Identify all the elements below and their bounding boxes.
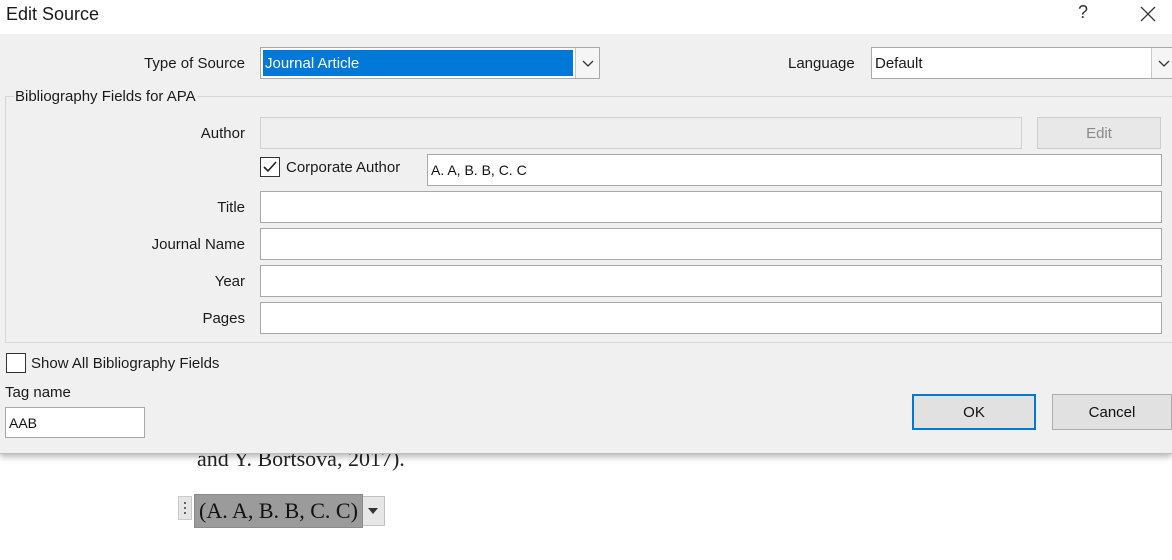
type-of-source-dropdown-button[interactable] xyxy=(575,48,599,78)
title-field[interactable] xyxy=(260,191,1162,223)
author-label: Author xyxy=(200,125,245,142)
year-field[interactable] xyxy=(260,265,1162,297)
chevron-down-icon xyxy=(1158,60,1169,67)
language-dropdown-button[interactable] xyxy=(1151,48,1172,78)
corporate-author-checkbox[interactable] xyxy=(260,157,280,177)
checkmark-icon xyxy=(263,161,277,173)
bibliography-fields-title: Bibliography Fields for APA xyxy=(14,88,197,105)
pages-field[interactable] xyxy=(260,302,1162,334)
close-icon xyxy=(1140,6,1156,22)
corporate-author-field[interactable]: A. A, B. B, C. C xyxy=(427,154,1162,186)
title-bar: Edit Source ? xyxy=(0,0,1172,34)
language-label: Language xyxy=(788,55,855,72)
author-field xyxy=(260,117,1022,149)
chevron-down-icon xyxy=(582,60,593,67)
citation-control[interactable]: (A. A, B. B, C. C) xyxy=(178,494,385,528)
show-all-fields-label: Show All Bibliography Fields xyxy=(31,355,220,372)
type-of-source-value: Journal Article xyxy=(263,50,573,76)
year-label: Year xyxy=(214,273,245,290)
citation-dropdown-button[interactable] xyxy=(362,496,385,526)
chevron-down-icon xyxy=(368,508,379,514)
type-of-source-label: Type of Source xyxy=(144,55,245,72)
author-edit-button[interactable]: Edit xyxy=(1037,117,1161,149)
journal-name-label: Journal Name xyxy=(151,236,245,253)
language-value: Default xyxy=(875,54,923,72)
journal-name-field[interactable] xyxy=(260,228,1162,260)
show-all-fields-checkbox[interactable] xyxy=(6,353,26,373)
citation-drag-handle[interactable] xyxy=(178,496,192,520)
title-label: Title xyxy=(217,199,245,216)
tag-name-field[interactable]: AAB xyxy=(5,407,145,438)
corporate-author-label: Corporate Author xyxy=(286,159,401,176)
language-dropdown[interactable]: Default xyxy=(871,47,1172,79)
close-button[interactable] xyxy=(1138,4,1164,28)
citation-text[interactable]: (A. A, B. B, C. C) xyxy=(194,494,363,528)
dialog-title: Edit Source xyxy=(6,4,100,24)
ok-button[interactable]: OK xyxy=(912,394,1036,430)
pages-label: Pages xyxy=(202,310,245,327)
help-button[interactable]: ? xyxy=(1071,2,1095,28)
cancel-button[interactable]: Cancel xyxy=(1052,394,1172,430)
edit-source-dialog: Edit Source ? Type of Source Journal Art… xyxy=(0,0,1172,454)
type-of-source-dropdown[interactable]: Journal Article xyxy=(260,47,600,79)
tag-name-label: Tag name xyxy=(5,384,71,401)
